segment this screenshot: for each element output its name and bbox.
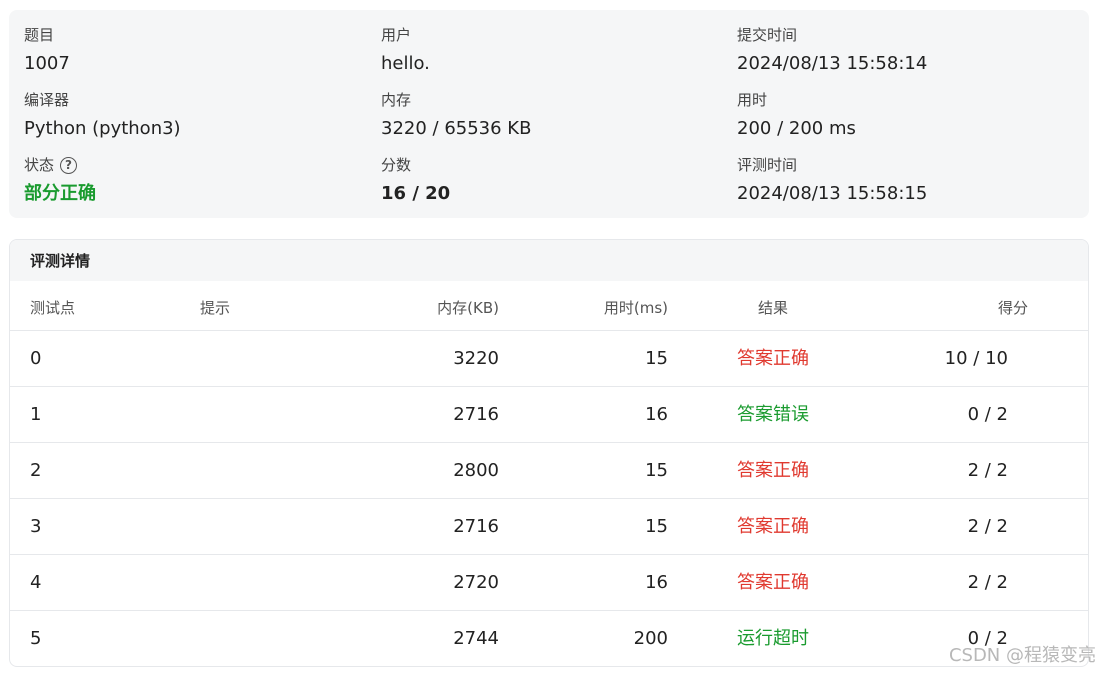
col-case: 测试点 xyxy=(30,299,76,317)
score-label: 分数 xyxy=(381,156,412,174)
judge-time-label: 评测时间 xyxy=(737,156,798,174)
submit-time-field: 提交时间 2024/08/13 15:58:14 xyxy=(737,25,1077,76)
case-result: 答案正确 xyxy=(737,572,809,593)
col-result: 结果 xyxy=(758,299,789,317)
case-memory: 2716 xyxy=(453,404,499,425)
case-memory: 3220 xyxy=(453,348,499,369)
case-id: 5 xyxy=(30,628,42,649)
table-header: 测试点 提示 内存(KB) 用时(ms) 结果 得分 xyxy=(10,281,1088,331)
submission-info-panel: 题目 1007 用户 hello. 提交时间 2024/08/13 15:58:… xyxy=(9,10,1089,218)
case-id: 0 xyxy=(30,348,42,369)
question-circle-icon[interactable]: ? xyxy=(60,156,78,174)
table-row: 0 3220 15 答案正确 10 / 10 xyxy=(10,331,1088,387)
problem-value: 1007 xyxy=(24,53,70,74)
case-result: 答案正确 xyxy=(737,348,809,369)
case-score: 2 / 2 xyxy=(967,516,1008,537)
compiler-label: 编译器 xyxy=(24,91,70,109)
judge-time-value: 2024/08/13 15:58:15 xyxy=(737,183,928,204)
col-time: 用时(ms) xyxy=(603,299,668,317)
case-result: 运行超时 xyxy=(737,628,809,649)
problem-label: 题目 xyxy=(24,26,55,44)
case-result: 答案正确 xyxy=(737,516,809,537)
status-value: 部分正确 xyxy=(24,183,96,204)
submit-time-value: 2024/08/13 15:58:14 xyxy=(737,53,928,74)
col-score: 得分 xyxy=(997,299,1028,317)
time-label: 用时 xyxy=(737,91,768,109)
memory-label: 内存 xyxy=(381,91,412,109)
case-memory: 2716 xyxy=(453,516,499,537)
case-score: 2 / 2 xyxy=(967,460,1008,481)
table-row: 5 2744 200 运行超时 0 / 2 xyxy=(10,611,1088,666)
case-time: 200 xyxy=(633,628,668,649)
case-memory: 2800 xyxy=(453,460,499,481)
submit-time-label: 提交时间 xyxy=(737,26,798,44)
table-row: 4 2720 16 答案正确 2 / 2 xyxy=(10,555,1088,611)
case-time: 15 xyxy=(645,348,668,369)
case-score: 2 / 2 xyxy=(967,572,1008,593)
time-value: 200 / 200 ms xyxy=(737,118,856,139)
case-score: 0 / 2 xyxy=(967,628,1008,649)
table-row: 2 2800 15 答案正确 2 / 2 xyxy=(10,443,1088,499)
case-id: 3 xyxy=(30,516,42,537)
compiler-field: 编译器 Python (python3) xyxy=(24,90,364,141)
case-id: 1 xyxy=(30,404,42,425)
table-row: 1 2716 16 答案错误 0 / 2 xyxy=(10,387,1088,443)
case-time: 16 xyxy=(645,572,668,593)
memory-value: 3220 / 65536 KB xyxy=(381,118,532,139)
judge-details-panel: 评测详情 测试点 提示 内存(KB) 用时(ms) 结果 得分 0 3220 1… xyxy=(9,239,1089,667)
col-hint: 提示 xyxy=(200,299,231,317)
case-memory: 2720 xyxy=(453,572,499,593)
user-field: 用户 hello. xyxy=(381,25,721,76)
score-value: 16 / 20 xyxy=(381,183,451,204)
score-field: 分数 16 / 20 xyxy=(381,155,721,206)
user-label: 用户 xyxy=(381,26,412,44)
case-time: 15 xyxy=(645,516,668,537)
case-result: 答案错误 xyxy=(737,404,809,425)
status-label: 状态 xyxy=(24,156,55,174)
case-memory: 2744 xyxy=(453,628,499,649)
case-score: 10 / 10 xyxy=(944,348,1008,369)
compiler-value: Python (python3) xyxy=(24,118,181,139)
status-field: 状态 ? 部分正确 xyxy=(24,155,364,206)
case-result: 答案正确 xyxy=(737,460,809,481)
case-time: 15 xyxy=(645,460,668,481)
time-field: 用时 200 / 200 ms xyxy=(737,90,1077,141)
judge-time-field: 评测时间 2024/08/13 15:58:15 xyxy=(737,155,1077,206)
problem-field: 题目 1007 xyxy=(24,25,364,76)
case-id: 2 xyxy=(30,460,42,481)
memory-field: 内存 3220 / 65536 KB xyxy=(381,90,721,141)
col-memory: 内存(KB) xyxy=(437,299,499,317)
details-title: 评测详情 xyxy=(10,240,1088,281)
case-time: 16 xyxy=(645,404,668,425)
case-id: 4 xyxy=(30,572,42,593)
table-row: 3 2716 15 答案正确 2 / 2 xyxy=(10,499,1088,555)
case-score: 0 / 2 xyxy=(967,404,1008,425)
user-value: hello. xyxy=(381,53,430,74)
